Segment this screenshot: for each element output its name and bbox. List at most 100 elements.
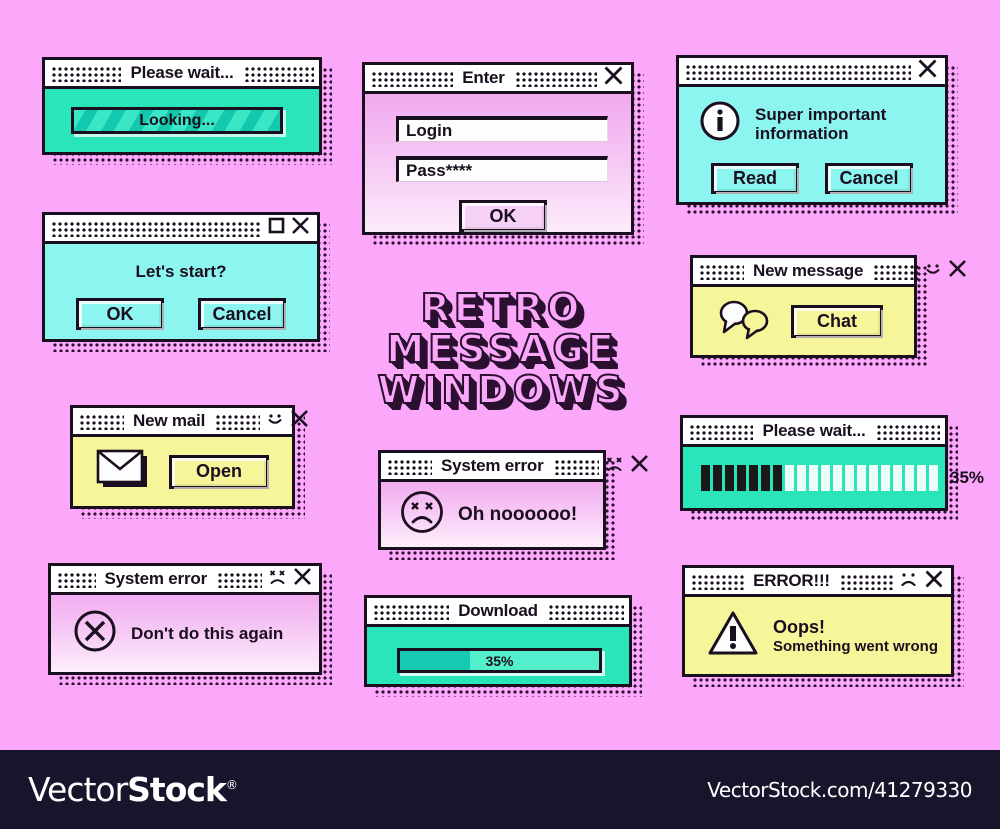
window-body: Oops! Something went wrong	[685, 597, 951, 674]
progress-block	[725, 464, 734, 491]
window-body: Oh noooooo!	[381, 482, 603, 547]
sad-face-icon[interactable]	[899, 570, 918, 593]
titlebar[interactable]: Please wait...	[45, 60, 319, 89]
titlebar-dot-pattern	[50, 219, 262, 237]
titlebar-controls[interactable]	[266, 409, 311, 433]
window-body: Let's start? OK Cancel	[45, 244, 317, 339]
envelope-icon	[95, 448, 151, 495]
titlebar-dot-pattern	[874, 422, 941, 440]
progress-block	[869, 464, 878, 491]
titlebar[interactable]: System error	[381, 453, 648, 482]
progress-block	[749, 464, 758, 491]
progress-block	[701, 464, 710, 491]
window-title: ERROR!!!	[753, 571, 830, 590]
titlebar-dot-pattern	[50, 64, 122, 82]
dead-face-icon[interactable]	[605, 455, 624, 478]
dead-face-icon[interactable]	[268, 568, 287, 591]
titlebar-dot-pattern	[370, 69, 454, 87]
window-please-wait-looking[interactable]: Please wait... Looking...	[42, 57, 322, 155]
titlebar-controls[interactable]	[268, 216, 312, 240]
cancel-button[interactable]: Cancel	[198, 298, 286, 330]
read-button[interactable]: Read	[711, 163, 799, 194]
window-super-important-information[interactable]: Super important information Read Cancel	[676, 55, 948, 205]
window-new-mail[interactable]: New mail Open	[70, 405, 309, 509]
titlebar[interactable]: Download	[367, 598, 629, 627]
titlebar[interactable]: System error	[51, 566, 319, 595]
window-new-message[interactable]: New message Chat	[690, 255, 967, 358]
titlebar[interactable]	[679, 58, 945, 87]
window-title: System error	[104, 569, 208, 588]
ok-button[interactable]: OK	[459, 200, 547, 232]
titlebar[interactable]: New mail	[73, 408, 309, 437]
progress-block	[917, 464, 926, 491]
cancel-button[interactable]: Cancel	[825, 163, 913, 194]
window-title: Please wait...	[762, 421, 866, 440]
progress-block	[857, 464, 866, 491]
close-icon[interactable]	[630, 454, 649, 478]
progress-block	[773, 464, 782, 491]
login-input[interactable]: Login	[396, 116, 608, 142]
close-icon[interactable]	[293, 567, 312, 591]
window-please-wait-blocks[interactable]: Please wait... 35%	[680, 415, 984, 511]
progress-block	[905, 464, 914, 491]
titlebar-controls[interactable]	[603, 65, 626, 91]
close-icon[interactable]	[917, 58, 938, 84]
titlebar-controls[interactable]	[268, 567, 314, 591]
window-system-error-ohno[interactable]: System error Oh noooooo!	[378, 450, 648, 550]
titlebar-dot-pattern	[546, 602, 624, 620]
progress-percent-label: 35%	[485, 652, 514, 669]
window-lets-start[interactable]: Let's start? OK Cancel	[42, 212, 320, 342]
window-body: Open	[73, 437, 292, 506]
window-body: Looking...	[45, 89, 319, 152]
close-icon[interactable]	[290, 409, 309, 433]
titlebar-dot-pattern	[690, 572, 745, 590]
ok-button[interactable]: OK	[76, 298, 164, 330]
window-system-error-dont[interactable]: System error Don't do this again	[48, 563, 322, 675]
progress-block	[785, 464, 794, 491]
window-title: New mail	[133, 411, 206, 430]
titlebar-dot-pattern	[56, 570, 96, 588]
progress-block	[833, 464, 842, 491]
titlebar-dot-pattern	[214, 412, 261, 430]
close-icon[interactable]	[603, 65, 624, 91]
dialog-message-line-2: Something went wrong	[773, 637, 938, 655]
window-title: Enter	[462, 68, 505, 87]
close-icon[interactable]	[948, 259, 967, 283]
close-icon[interactable]	[924, 569, 944, 594]
password-input[interactable]: Pass****	[396, 156, 608, 182]
titlebar[interactable]: ERROR!!!	[685, 568, 951, 597]
page-title-line-1: RETRO	[420, 286, 584, 330]
window-body: 35%	[367, 627, 629, 684]
titlebar-dot-pattern	[513, 69, 597, 87]
page-title-line-3: WINDOWS	[377, 368, 627, 412]
window-error[interactable]: ERROR!!! Oops! Something went wrong	[682, 565, 954, 677]
titlebar[interactable]	[45, 215, 317, 244]
titlebar[interactable]: Please wait...	[683, 418, 945, 447]
maximize-icon[interactable]	[268, 217, 285, 239]
titlebar-controls[interactable]	[899, 569, 946, 594]
dialog-message: Let's start?	[135, 262, 227, 281]
open-button[interactable]: Open	[169, 454, 269, 489]
progress-block	[713, 464, 722, 491]
logo-text-light: Vector	[28, 770, 128, 809]
titlebar-controls[interactable]	[605, 454, 651, 478]
titlebar[interactable]: New message	[693, 258, 967, 287]
window-download[interactable]: Download 35%	[364, 595, 632, 687]
progress-block	[809, 464, 818, 491]
progress-block	[881, 464, 890, 491]
titlebar[interactable]: Enter	[365, 65, 631, 94]
progress-block	[929, 464, 938, 491]
vectorstock-url: VectorStock.com/41279330	[707, 777, 972, 802]
titlebar-controls[interactable]	[924, 259, 969, 283]
titlebar-controls[interactable]	[917, 58, 940, 84]
progress-block	[845, 464, 854, 491]
progress-bar-download: 35%	[397, 648, 602, 673]
chat-button[interactable]: Chat	[791, 304, 883, 338]
titlebar-dot-pattern	[78, 412, 124, 430]
info-circle-icon	[699, 100, 741, 147]
close-icon[interactable]	[291, 216, 310, 240]
wink-face-icon[interactable]	[924, 260, 942, 283]
smiley-face-icon[interactable]	[266, 410, 284, 433]
progress-bar-blocks	[701, 464, 938, 491]
window-enter-login[interactable]: Enter Login Pass**** OK	[362, 62, 634, 235]
